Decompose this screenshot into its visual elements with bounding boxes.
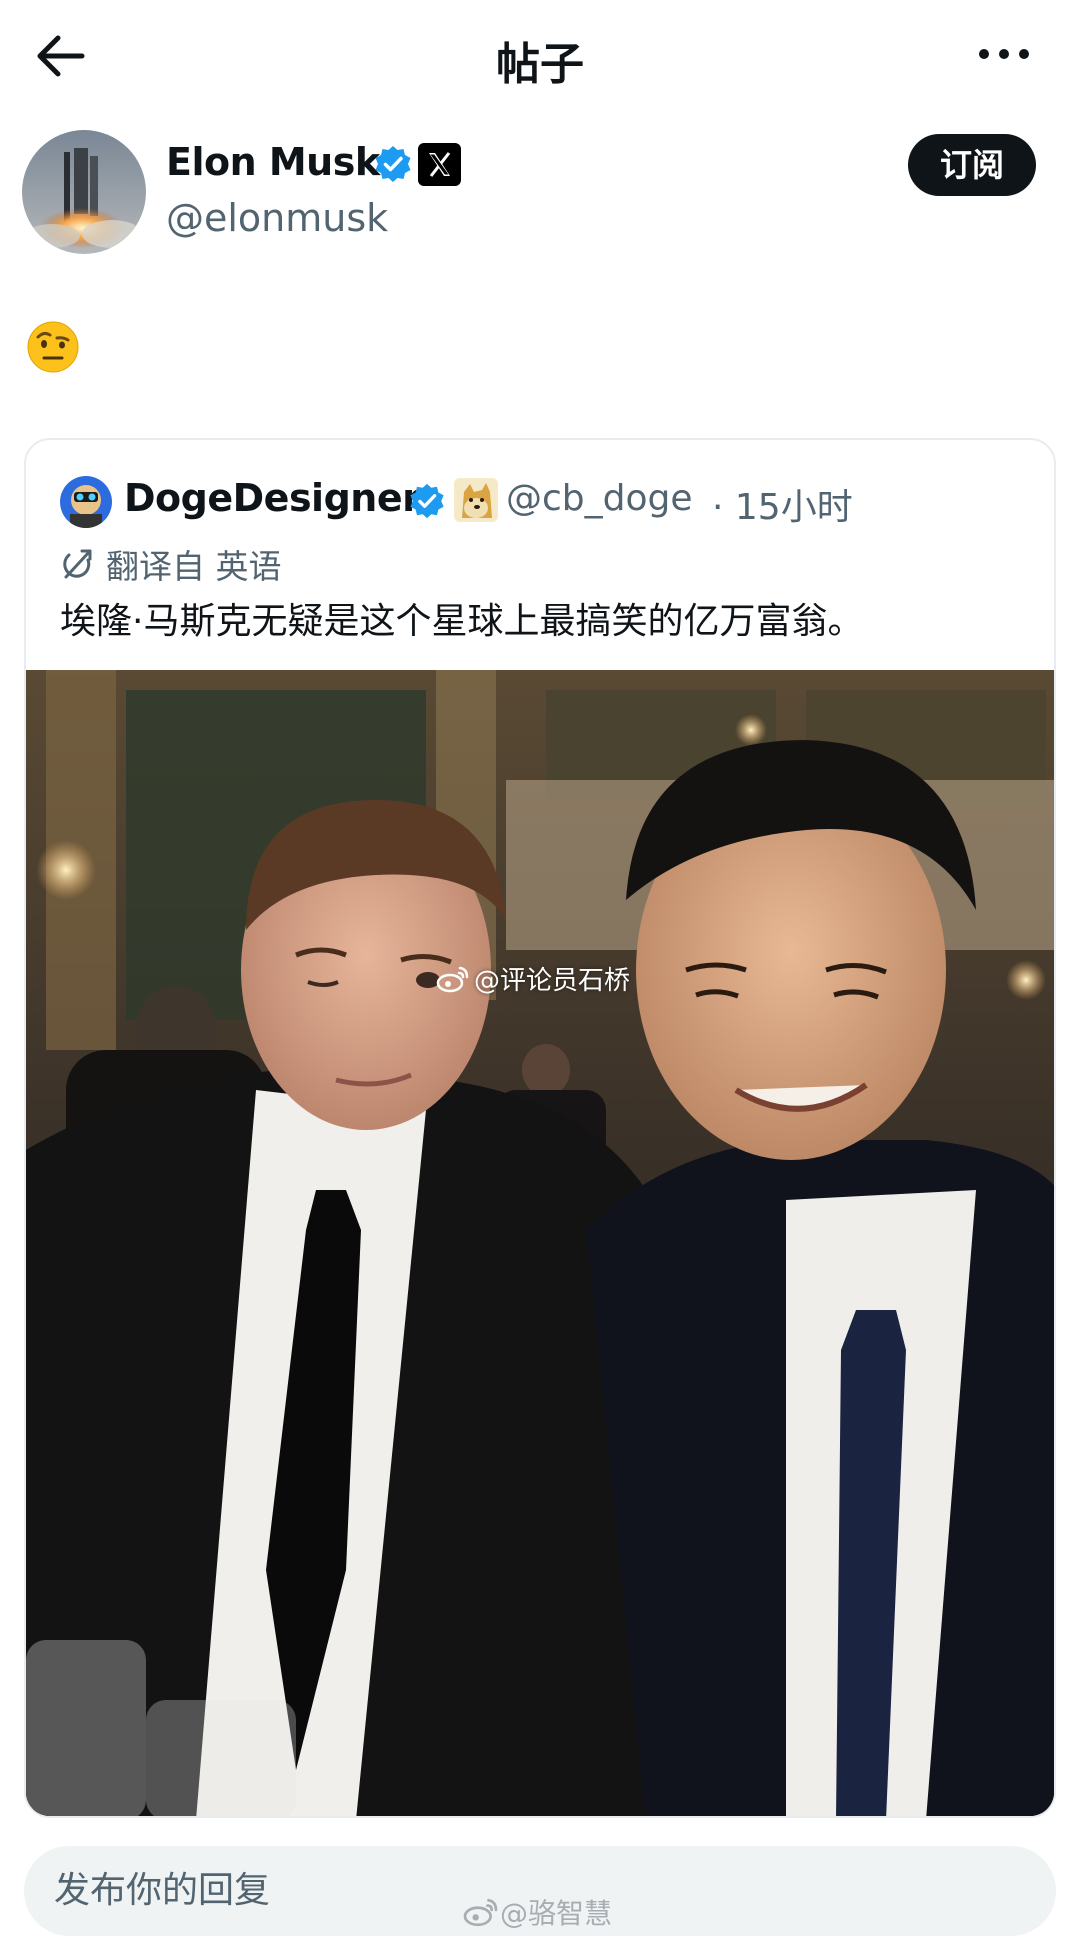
verified-badge-icon <box>373 144 413 184</box>
quoted-post-text: 埃隆·马斯克无疑是这个星球上最搞笑的亿万富翁。 <box>60 601 864 642</box>
raised-eyebrow-emoji-icon <box>26 320 80 374</box>
page-title: 帖子 <box>496 39 584 90</box>
quoted-author-name[interactable]: DogeDesigner <box>124 476 421 520</box>
author-avatar[interactable] <box>22 130 146 254</box>
subscribe-button[interactable]: 订阅 <box>908 134 1036 196</box>
author-name[interactable]: Elon Musk <box>166 140 380 184</box>
quoted-post-card[interactable]: DogeDesigner @cb_doge · 15小时 翻译自 英语 埃隆·马… <box>24 438 1056 1818</box>
top-bar: 帖子 <box>0 0 1080 112</box>
more-options-icon[interactable] <box>978 42 1030 66</box>
translate-icon <box>63 549 92 579</box>
weibo-logo-icon <box>463 1898 498 1927</box>
page-watermark-text: @骆智慧 <box>500 1897 613 1930</box>
page-watermark: @骆智慧 <box>462 1892 612 1932</box>
quoted-author-avatar[interactable] <box>60 476 112 528</box>
author-handle[interactable]: @elonmusk <box>166 196 388 240</box>
doge-badge-icon <box>454 478 498 522</box>
translated-from-indicator: 翻译自 英语 <box>60 540 282 588</box>
photo-watermark-text: @评论员石桥 <box>474 966 631 996</box>
quoted-author-handle[interactable]: @cb_doge <box>506 478 693 519</box>
quoted-post-photo[interactable]: @评论员石桥 <box>26 670 1054 1816</box>
translate-label: 翻译自 英语 <box>106 547 282 586</box>
x-platform-badge-icon <box>418 143 461 186</box>
photo-watermark: @评论员石桥 <box>436 960 630 997</box>
verified-badge-icon <box>408 482 446 520</box>
weibo-logo-icon <box>436 966 469 992</box>
quoted-post-time: · 15小时 <box>712 487 853 528</box>
